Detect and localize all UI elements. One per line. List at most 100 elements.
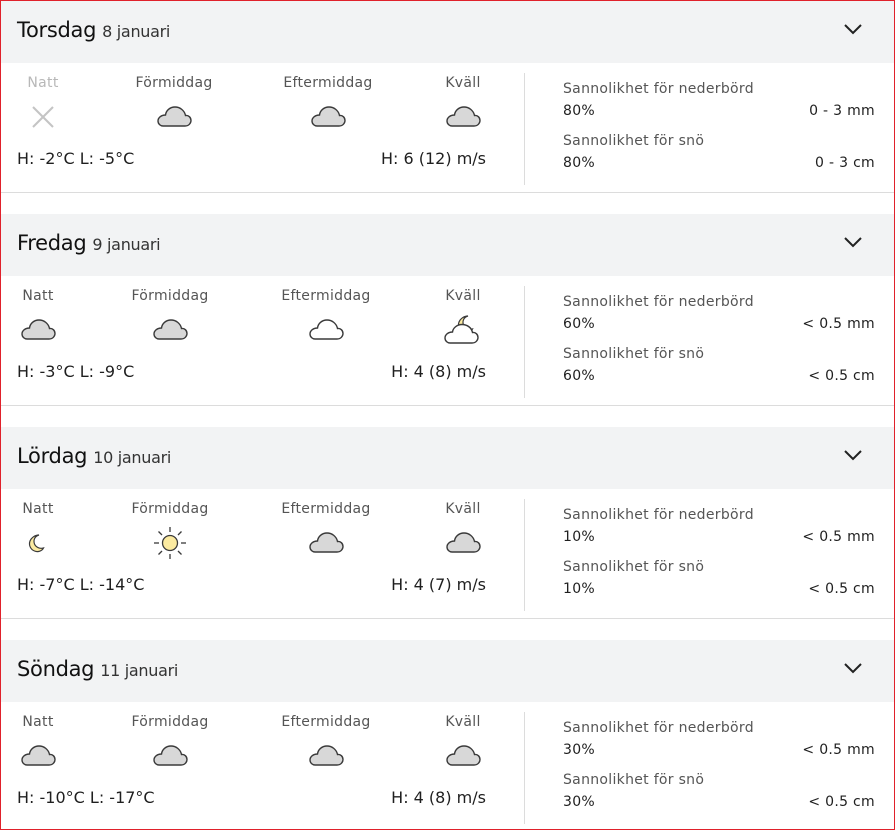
divider — [524, 286, 525, 398]
snow-prob-label: Sannolikhet för snö — [563, 133, 705, 149]
cloud-moon-icon — [444, 315, 479, 344]
period-label: Kväll — [445, 288, 481, 304]
cloud-icon — [446, 106, 481, 127]
chevron-down-icon[interactable] — [842, 234, 864, 250]
precipitation-block: Sannolikhet för nederbörd 80% 0 - 3 mm Sa… — [563, 81, 875, 171]
day-of-week: Fredag — [17, 231, 87, 255]
day-title: Lördag 10 januari — [17, 444, 171, 468]
precipitation-block: Sannolikhet för nederbörd 30% < 0.5 mm Sa… — [563, 720, 875, 810]
cloud-icon — [311, 106, 346, 127]
period-label: Förmiddag — [135, 75, 213, 91]
period-night: Natt — [0, 501, 98, 559]
snow-amount: < 0.5 cm — [808, 794, 875, 810]
day-header[interactable]: Lördag 10 januari — [1, 427, 894, 489]
divider — [524, 712, 525, 824]
snow-percent: 80% — [563, 155, 596, 171]
precip-percent: 60% — [563, 316, 596, 332]
cloud-icon — [446, 745, 481, 766]
period-label: Natt — [22, 501, 54, 517]
period-label: Natt — [27, 75, 59, 91]
day-details: Natt Förmiddag Eftermiddag Kväll H: -10°… — [1, 702, 894, 830]
day-date: 11 januari — [100, 661, 179, 680]
moon-icon — [28, 534, 45, 553]
cloud-icon — [153, 319, 188, 340]
precip-amount: < 0.5 mm — [802, 529, 875, 545]
period-afternoon: Eftermiddag — [266, 501, 386, 559]
cloud-icon — [446, 532, 481, 553]
precip-prob-label: Sannolikhet för nederbörd — [563, 294, 754, 310]
period-label: Förmiddag — [131, 288, 209, 304]
day-of-week: Lördag — [17, 444, 88, 468]
cloud-icon — [309, 532, 344, 553]
snow-prob-label: Sannolikhet för snö — [563, 559, 705, 575]
period-label: Kväll — [445, 75, 481, 91]
cloud-icon — [157, 106, 192, 127]
day-details: Natt Förmiddag Eftermiddag Kväll H: -2°C… — [1, 63, 894, 193]
snow-prob-label: Sannolikhet för snö — [563, 346, 705, 362]
period-label: Natt — [22, 288, 54, 304]
divider — [524, 73, 525, 185]
snow-percent: 30% — [563, 794, 596, 810]
period-label: Eftermiddag — [281, 714, 371, 730]
period-night: Natt — [0, 288, 98, 346]
day-title: Söndag 11 januari — [17, 657, 178, 681]
wind-speed: H: 4 (8) m/s — [391, 362, 486, 381]
day-title: Fredag 9 januari — [17, 231, 161, 255]
precip-amount: < 0.5 mm — [802, 316, 875, 332]
chevron-down-icon[interactable] — [842, 447, 864, 463]
cloud-icon — [153, 745, 188, 766]
precip-percent: 80% — [563, 103, 596, 119]
temperature-high-low: H: -2°C L: -5°C — [17, 149, 135, 168]
period-evening: Kväll — [403, 75, 523, 133]
precipitation-block: Sannolikhet för nederbörd 10% < 0.5 mm Sa… — [563, 507, 875, 597]
day-date: 9 januari — [92, 235, 161, 254]
day-header[interactable]: Söndag 11 januari — [1, 640, 894, 702]
precipitation-block: Sannolikhet för nederbörd 60% < 0.5 mm Sa… — [563, 294, 875, 384]
day-header[interactable]: Fredag 9 januari — [1, 214, 894, 276]
period-evening: Kväll — [403, 714, 523, 772]
snow-prob-label: Sannolikhet för snö — [563, 772, 705, 788]
period-label: Förmiddag — [131, 714, 209, 730]
snow-amount: 0 - 3 cm — [815, 155, 875, 171]
day-of-week: Söndag — [17, 657, 95, 681]
precip-prob-label: Sannolikhet för nederbörd — [563, 507, 754, 523]
period-morning: Förmiddag — [110, 501, 230, 559]
day-date: 8 januari — [102, 22, 171, 41]
snow-percent: 10% — [563, 581, 596, 597]
period-afternoon: Eftermiddag — [266, 288, 386, 346]
unavailable-x-icon — [32, 106, 54, 128]
cloud-outline-icon — [309, 319, 344, 340]
period-evening: Kväll — [403, 501, 523, 559]
day-header[interactable]: Torsdag 8 januari — [1, 1, 894, 63]
day-title: Torsdag 8 januari — [17, 18, 170, 42]
precip-percent: 10% — [563, 529, 596, 545]
period-afternoon: Eftermiddag — [268, 75, 388, 133]
period-label: Eftermiddag — [281, 288, 371, 304]
precip-percent: 30% — [563, 742, 596, 758]
period-afternoon: Eftermiddag — [266, 714, 386, 772]
chevron-down-icon[interactable] — [842, 21, 864, 37]
precip-amount: 0 - 3 mm — [809, 103, 875, 119]
period-morning: Förmiddag — [110, 288, 230, 346]
wind-speed: H: 4 (8) m/s — [391, 788, 486, 807]
precip-amount: < 0.5 mm — [802, 742, 875, 758]
day-of-week: Torsdag — [17, 18, 97, 42]
cloud-icon — [309, 745, 344, 766]
period-label: Natt — [22, 714, 54, 730]
chevron-down-icon[interactable] — [842, 660, 864, 676]
day-date: 10 januari — [93, 448, 171, 467]
cloud-icon — [21, 319, 56, 340]
period-label: Kväll — [445, 501, 481, 517]
period-label: Förmiddag — [131, 501, 209, 517]
cloud-icon — [21, 745, 56, 766]
snow-amount: < 0.5 cm — [808, 581, 875, 597]
precip-prob-label: Sannolikhet för nederbörd — [563, 720, 754, 736]
period-morning: Förmiddag — [110, 714, 230, 772]
day-details: Natt Förmiddag Eftermiddag Kväll H: -3°C… — [1, 276, 894, 406]
period-morning: Förmiddag — [114, 75, 234, 133]
period-label: Eftermiddag — [281, 501, 371, 517]
sun-icon — [154, 527, 186, 559]
precip-prob-label: Sannolikhet för nederbörd — [563, 81, 754, 97]
period-night: Natt — [0, 714, 98, 772]
day-details: Natt Förmiddag Eftermiddag Kväll H: -7°C… — [1, 489, 894, 619]
